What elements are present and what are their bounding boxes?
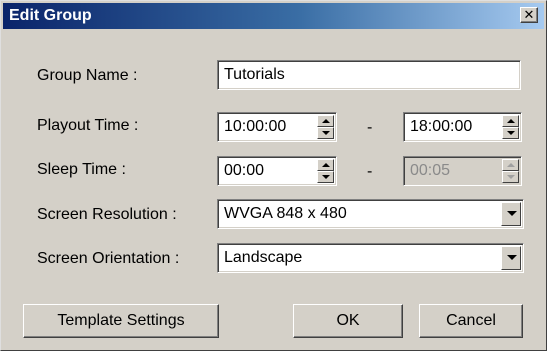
chevron-down-icon: [507, 211, 517, 216]
playout-end-value: 18:00:00: [410, 118, 473, 135]
arrow-up-icon: [507, 119, 515, 123]
close-icon: ✕: [523, 7, 535, 22]
arrow-up-icon: [322, 119, 330, 123]
sleep-start-value: 00:00: [224, 162, 265, 179]
playout-time-separator: -: [367, 119, 373, 136]
template-settings-button[interactable]: Template Settings: [23, 304, 219, 338]
edit-group-dialog: Edit Group ✕ Group Name : Tutorials Play…: [0, 0, 547, 351]
sleep-time-separator: -: [367, 163, 373, 180]
screen-resolution-label: Screen Resolution :: [37, 206, 177, 223]
arrow-up-icon: [507, 163, 515, 167]
playout-end-decrement-button[interactable]: [502, 127, 519, 139]
arrow-down-icon: [507, 175, 515, 179]
sleep-time-label: Sleep Time :: [37, 161, 126, 178]
screen-resolution-select[interactable]: WVGA 848 x 480: [217, 199, 524, 229]
sleep-end-time-spinner: 00:05: [403, 156, 522, 186]
playout-start-time-spinner[interactable]: 10:00:00: [217, 112, 337, 142]
group-name-value: Tutorials: [224, 66, 285, 83]
playout-end-spin-control: [502, 115, 519, 139]
playout-start-decrement-button[interactable]: [317, 127, 334, 139]
cancel-button[interactable]: Cancel: [419, 304, 523, 338]
sleep-end-value: 00:05: [410, 162, 451, 179]
title-bar[interactable]: Edit Group ✕: [3, 3, 544, 29]
playout-start-spin-control: [317, 115, 334, 139]
playout-end-increment-button[interactable]: [502, 115, 519, 127]
arrow-down-icon: [507, 131, 515, 135]
screen-orientation-select[interactable]: Landscape: [217, 243, 524, 273]
sleep-end-spin-control: [502, 159, 519, 183]
sleep-start-spin-control: [317, 159, 334, 183]
screen-resolution-dropdown-button[interactable]: [501, 202, 521, 226]
sleep-end-increment-button: [502, 159, 519, 171]
screen-orientation-label: Screen Orientation :: [37, 250, 180, 267]
sleep-start-decrement-button[interactable]: [317, 171, 334, 183]
arrow-down-icon: [322, 131, 330, 135]
group-name-input[interactable]: Tutorials: [217, 60, 521, 90]
ok-button[interactable]: OK: [293, 304, 403, 338]
screen-orientation-dropdown-button[interactable]: [501, 246, 521, 270]
close-button[interactable]: ✕: [520, 7, 538, 23]
group-name-label: Group Name :: [37, 67, 138, 84]
playout-time-label: Playout Time :: [37, 117, 139, 134]
arrow-down-icon: [322, 175, 330, 179]
playout-end-time-spinner[interactable]: 18:00:00: [403, 112, 522, 142]
sleep-start-increment-button[interactable]: [317, 159, 334, 171]
playout-start-value: 10:00:00: [224, 118, 287, 135]
playout-start-increment-button[interactable]: [317, 115, 334, 127]
screen-resolution-value: WVGA 848 x 480: [224, 205, 347, 222]
sleep-start-time-spinner[interactable]: 00:00: [217, 156, 337, 186]
screen-orientation-value: Landscape: [224, 249, 303, 266]
sleep-end-decrement-button: [502, 171, 519, 183]
arrow-up-icon: [322, 163, 330, 167]
window-title: Edit Group: [9, 7, 92, 24]
chevron-down-icon: [507, 255, 517, 260]
